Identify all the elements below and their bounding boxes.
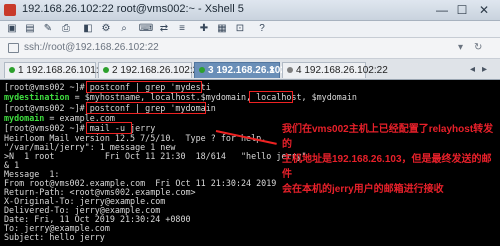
- tab-next-icon[interactable]: ▸: [482, 64, 487, 75]
- status-dot-icon: [103, 67, 109, 74]
- xshell-app-icon: [4, 4, 16, 16]
- toolbar: ▣ ▤ ✎ ⎙ ◧ ⚙ ⌕ ⌨ ⇄ ≡ ✚ ▦ ⊡ ?: [0, 21, 500, 38]
- settings-icon[interactable]: ⚙: [98, 23, 114, 35]
- tab-label: 1 192.168.26.101:22: [18, 65, 110, 76]
- highlight-box: [249, 91, 293, 103]
- refresh-icon[interactable]: ↻: [474, 42, 482, 53]
- tools-icon[interactable]: ✚: [196, 23, 212, 35]
- folder-icon[interactable]: ▣: [4, 23, 20, 35]
- chevron-down-icon[interactable]: ▾: [458, 42, 463, 53]
- terminal-output[interactable]: [root@vms002 ~]# postconf | grep 'mydest…: [0, 80, 500, 246]
- lock-icon: [8, 43, 19, 53]
- annotation-line: 会在本机的jerry用户的邮箱进行接收: [282, 184, 444, 195]
- address-input[interactable]: ssh://root@192.168.26.102:22: [24, 42, 159, 53]
- config-key: mydestination: [4, 92, 70, 102]
- config-key: mydomain: [4, 113, 45, 123]
- prompt: [root@vms002 ~]#: [4, 103, 90, 113]
- config-value: $mydomain: [311, 92, 357, 102]
- tab-prev-icon[interactable]: ◂: [470, 64, 475, 75]
- window-title: 192.168.26.102:22 root@vms002:~ - Xshell…: [22, 3, 244, 15]
- terminal-line: [root@vms002 ~]# mail -u jerry: [4, 123, 156, 133]
- close-tab-icon[interactable]: ×: [269, 63, 275, 79]
- address-bar[interactable]: ssh://root@192.168.26.102:22 ▾ ↻: [0, 38, 500, 59]
- tab-label: 2 192.168.26.102:22: [112, 65, 204, 76]
- edit-icon[interactable]: ✎: [40, 23, 56, 35]
- annotation-note: 我们在vms002主机上已经配置了relayhost转发的 主机地址是192.1…: [282, 122, 494, 197]
- save-icon[interactable]: ▤: [22, 23, 38, 35]
- status-dot-icon: [287, 67, 293, 74]
- keyboard-icon[interactable]: ⌨: [138, 23, 154, 35]
- transfer-icon[interactable]: ⇄: [156, 23, 172, 35]
- terminal-line: >N 1 root Fri Oct 11 21:30 18/614 "hello…: [4, 151, 307, 161]
- lock-icon[interactable]: ⊡: [232, 23, 248, 35]
- tab-session-4[interactable]: 4 192.168.26.102:22: [282, 62, 388, 78]
- view-icon[interactable]: ◧: [80, 23, 96, 35]
- find-icon[interactable]: ⌕: [116, 23, 132, 35]
- annotation-line: 主机地址是192.168.26.103，但是最终发送的邮件: [282, 154, 492, 180]
- status-dot-icon: [9, 67, 15, 74]
- tab-label: 4 192.168.26.102:22: [296, 65, 388, 76]
- window-titlebar: 192.168.26.102:22 root@vms002:~ - Xshell…: [0, 0, 500, 21]
- annotation-line: 我们在vms002主机上已经配置了relayhost转发的: [282, 124, 494, 150]
- print-icon[interactable]: ⎙: [58, 23, 74, 35]
- window-icon[interactable]: ▦: [214, 23, 230, 35]
- help-icon[interactable]: ?: [254, 23, 270, 35]
- close-button[interactable]: ✕: [474, 2, 494, 18]
- prompt: [root@vms002 ~]#: [4, 82, 90, 92]
- maximize-button[interactable]: ☐: [452, 2, 472, 18]
- minimize-button[interactable]: —: [432, 2, 452, 18]
- terminal-line: mydestination = $myhostname, localhost.$…: [4, 93, 357, 102]
- tab-session-1[interactable]: 1 192.168.26.101:22: [4, 62, 110, 78]
- script-icon[interactable]: ≡: [174, 23, 190, 35]
- tab-session-2[interactable]: 2 192.168.26.102:22: [98, 62, 204, 78]
- status-dot-icon: [199, 67, 205, 74]
- terminal-line: Subject: hello jerry: [4, 232, 105, 242]
- tab-session-3[interactable]: 3 192.168.26.102:22 ×: [194, 62, 300, 79]
- session-tabs: 1 192.168.26.101:22 2 192.168.26.102:22 …: [0, 59, 500, 80]
